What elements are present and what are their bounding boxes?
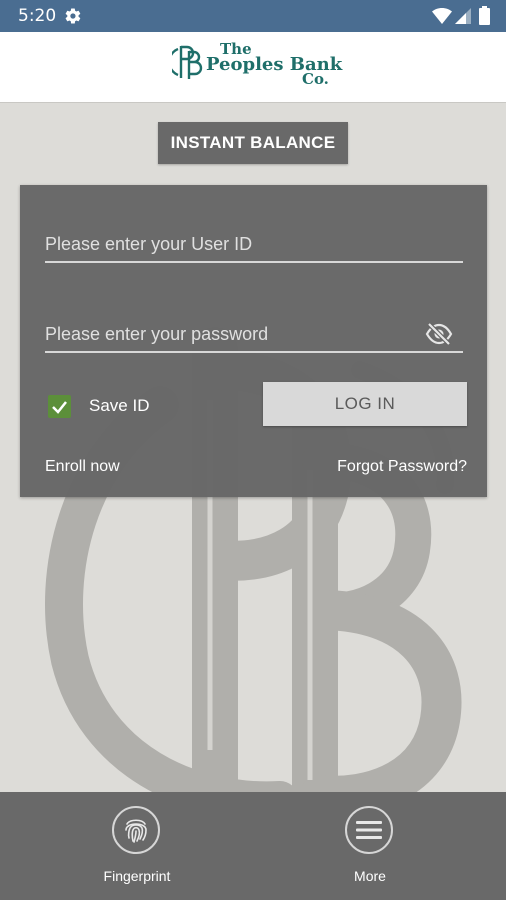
- bottom-nav-bar: Fingerprint More: [0, 792, 506, 900]
- fingerprint-icon-circle[interactable]: [112, 806, 160, 854]
- app-header: The Peoples Bank Co.: [0, 32, 506, 103]
- eye-off-icon[interactable]: [425, 323, 453, 345]
- checkmark-icon: [52, 401, 67, 414]
- more-icon-circle[interactable]: [345, 806, 393, 854]
- save-id-label: Save ID: [89, 396, 150, 415]
- enroll-now-link[interactable]: Enroll now: [45, 458, 120, 476]
- settings-gear-icon: [65, 8, 81, 24]
- cell-signal-icon: [455, 8, 471, 24]
- nav-fingerprint-label: Fingerprint: [103, 868, 171, 884]
- wifi-icon: [432, 8, 452, 24]
- save-id-checkbox[interactable]: [48, 395, 71, 418]
- user-id-input[interactable]: [45, 234, 463, 255]
- battery-icon: [479, 6, 490, 25]
- nav-fingerprint-button[interactable]: Fingerprint: [82, 806, 192, 890]
- log-in-button[interactable]: LOG IN: [263, 382, 467, 426]
- instant-balance-button[interactable]: INSTANT BALANCE: [158, 122, 348, 164]
- password-field[interactable]: [45, 311, 463, 353]
- password-input[interactable]: [45, 324, 463, 345]
- nav-more-button[interactable]: More: [315, 806, 425, 890]
- hamburger-menu-icon: [356, 821, 382, 839]
- fingerprint-icon: [125, 819, 147, 843]
- status-bar: 5:20: [0, 0, 506, 32]
- bank-logo-mark-icon: [172, 45, 203, 79]
- bank-logo-wordmark: The Peoples Bank Co.: [206, 42, 342, 90]
- status-time: 5:20: [18, 6, 57, 26]
- forgot-password-link[interactable]: Forgot Password?: [337, 458, 467, 476]
- logo-line-3: Co.: [302, 70, 329, 88]
- login-card: Save ID LOG IN Enroll now Forgot Passwor…: [20, 185, 487, 497]
- nav-more-label: More: [354, 868, 386, 884]
- user-id-field[interactable]: [45, 221, 463, 263]
